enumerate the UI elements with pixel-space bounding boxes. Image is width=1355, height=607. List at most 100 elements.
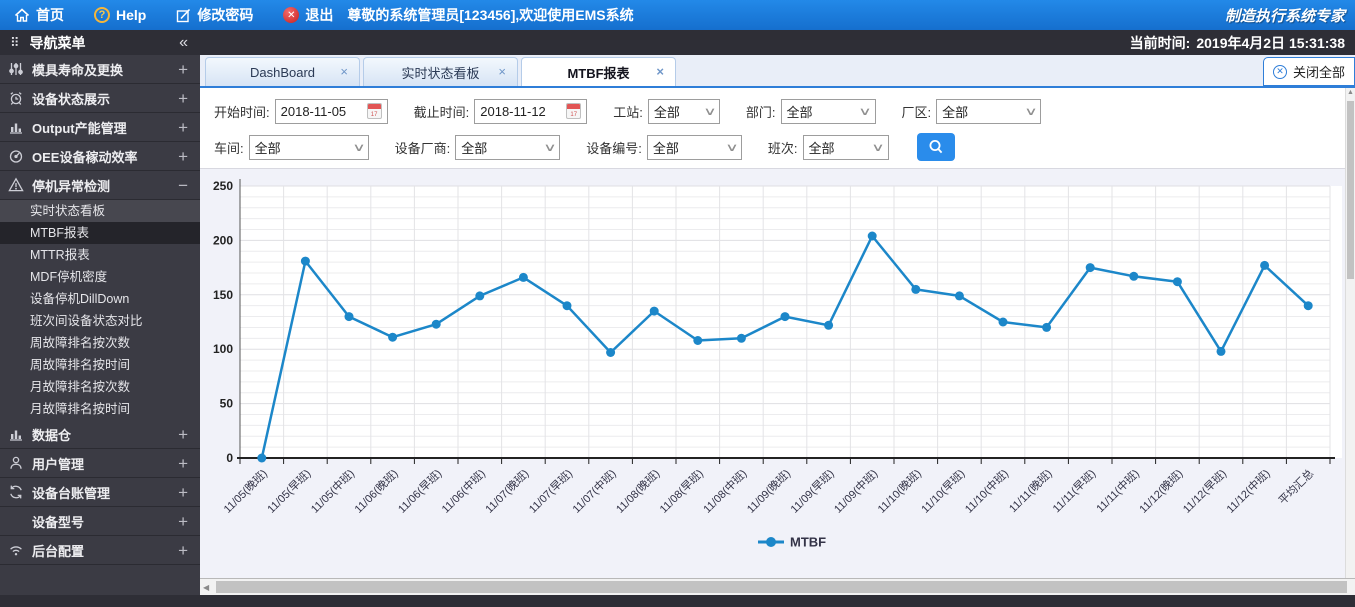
select-dropdown[interactable]: 全部 ∨ [780,98,876,124]
gauge-icon [8,148,30,164]
sidebar-item-label: 停机异常检测 [32,178,111,194]
svg-text:11/11(中班): 11/11(中班) [1094,467,1142,515]
date-input[interactable]: 2018-11-12 [474,98,588,124]
close-all-label: 关闭全部 [1292,65,1345,80]
tab-MTBF报表[interactable]: MTBF报表 × [521,57,676,86]
vertical-scrollbar[interactable]: ▲ [1345,88,1355,578]
filter-label: 设备厂商: [394,140,451,156]
sidebar-item[interactable]: 设备型号 + [0,507,200,536]
sidebar-item[interactable]: 设备状态展示 + [0,84,200,113]
sidebar-subitem[interactable]: MTTR报表 [0,244,200,266]
vertical-scrollbar-thumb[interactable] [1347,101,1354,279]
select-dropdown[interactable]: 全部 ∨ [248,134,369,160]
help-icon: ? [94,7,110,23]
sidebar-item[interactable]: 设备台账管理 + [0,478,200,507]
tab-DashBoard[interactable]: DashBoard × [205,57,360,86]
sidebar-subitem[interactable]: 设备停机DillDown [0,288,200,310]
scroll-left-arrow-icon[interactable]: ◀ [203,583,209,592]
select-dropdown[interactable]: 全部 ∨ [455,134,561,160]
sidebar-item[interactable]: OEE设备稼动效率 + [0,142,200,171]
sidebar-subitem[interactable]: MTBF报表 [0,222,200,244]
sidebar-subitem[interactable]: 实时状态看板 [0,200,200,222]
calendar-icon[interactable] [566,103,582,119]
collapse-icon[interactable]: − [178,177,188,194]
expand-icon[interactable]: + [178,61,188,78]
expand-icon[interactable]: + [178,513,188,530]
expand-icon[interactable]: + [178,119,188,136]
tab-实时状态看板[interactable]: 实时状态看板 × [363,57,518,86]
svg-text:11/08(早班): 11/08(早班) [657,467,706,516]
change-password-label: 修改密码 [197,7,254,23]
svg-text:11/08(晚班): 11/08(晚班) [613,467,662,516]
filter-截止时间: 截止时间: 2018-11-12 [414,98,588,124]
filter-车间: 车间: 全部 ∨ [214,134,369,160]
tab-close-icon[interactable]: × [498,65,506,78]
select-dropdown[interactable]: 全部 ∨ [647,98,720,124]
expand-icon[interactable]: + [178,148,188,165]
horizontal-scrollbar-thumb[interactable] [216,581,1347,593]
select-dropdown[interactable]: 全部 ∨ [936,98,1042,124]
search-button[interactable] [916,133,955,161]
sidebar-item[interactable]: 模具寿命及更换 + [0,55,200,84]
chevron-down-icon: ∨ [1024,105,1038,118]
chevron-down-icon: ∨ [871,141,886,154]
calendar-icon[interactable] [366,103,382,119]
sidebar-subitem[interactable]: 周故障排名按次数 [0,332,200,354]
status-bar: ⠿ 导航菜单 « 当前时间: 2019年4月2日 15:31:38 [0,30,1355,55]
selected-value: 全部 [942,104,969,120]
svg-text:0: 0 [226,451,233,465]
help-button[interactable]: ? Help [94,7,146,23]
sidebar-subitem[interactable]: 班次间设备状态对比 [0,310,200,332]
svg-text:11/05(晚班): 11/05(晚班) [221,467,270,516]
select-dropdown[interactable]: 全部 ∨ [646,134,742,160]
sidebar-subitem[interactable]: MDF停机密度 [0,266,200,288]
legend-MTBF[interactable]: MTBF [758,535,826,550]
filter-label: 部门: [745,104,776,120]
footer-strip [0,595,1355,607]
svg-text:11/10(晚班): 11/10(晚班) [875,467,924,516]
filter-label: 开始时间: [214,104,270,120]
logout-button[interactable]: ✕ 退出 [283,5,333,25]
tab-close-icon[interactable]: × [340,65,348,78]
filter-label: 厂区: [901,104,932,120]
svg-text:11/05(中班): 11/05(中班) [308,467,357,516]
edit-icon [177,8,191,22]
filter-设备编号: 设备编号: 全部 ∨ [586,134,742,160]
chevron-down-icon: ∨ [543,141,558,154]
current-time-label: 当前时间: [1129,34,1191,51]
sidebar-item[interactable]: 后台配置 + [0,536,200,565]
home-button[interactable]: 首页 [14,5,64,25]
welcome-text: 尊敬的系统管理员[123456],欢迎使用EMS系统 [347,7,634,23]
svg-text:11/08(中班): 11/08(中班) [701,467,750,516]
scroll-up-arrow-icon[interactable]: ▲ [1347,89,1354,96]
sidebar-subitem[interactable]: 月故障排名按时间 [0,398,200,420]
expand-icon[interactable]: + [178,542,188,559]
date-input[interactable]: 2018-11-05 [274,98,388,124]
svg-text:11/12(晚班): 11/12(晚班) [1137,467,1186,516]
sidebar-collapse-button[interactable]: « [179,34,188,52]
tab-close-icon[interactable]: × [656,65,664,78]
sidebar-subitem[interactable]: 周故障排名按时间 [0,354,200,376]
select-dropdown[interactable]: 全部 ∨ [802,134,889,160]
sidebar-item-label: 设备台账管理 [32,485,111,501]
svg-text:11/09(早班): 11/09(早班) [788,467,837,516]
sidebar-item[interactable]: 用户管理 + [0,449,200,478]
svg-text:11/06(早班): 11/06(早班) [395,467,444,516]
sidebar-item[interactable]: Output产能管理 + [0,113,200,142]
mtbf-line-chart: 0 50 100 150 200 250 11/05(晚班) 11/05(早班) 11/05(中… [200,168,1355,578]
expand-icon[interactable]: + [178,90,188,107]
date-value: 2018-11-12 [480,103,546,119]
sidebar-item[interactable]: 停机异常检测 − [0,171,200,200]
chevron-down-icon: ∨ [858,105,873,118]
sidebar-subitem[interactable]: 月故障排名按次数 [0,376,200,398]
close-all-tabs-button[interactable]: ✕ 关闭全部 [1262,57,1355,86]
expand-icon[interactable]: + [178,455,188,472]
logout-icon: ✕ [283,7,300,23]
sidebar-item[interactable]: 数据仓 + [0,420,200,449]
sidebar-item-label: 模具寿命及更换 [32,62,124,78]
horizontal-scrollbar[interactable]: ◀ [200,578,1355,595]
change-password-button[interactable]: 修改密码 [176,5,253,25]
expand-icon[interactable]: + [178,426,188,443]
filter-部门: 部门: 全部 ∨ [745,98,876,124]
expand-icon[interactable]: + [178,484,188,501]
